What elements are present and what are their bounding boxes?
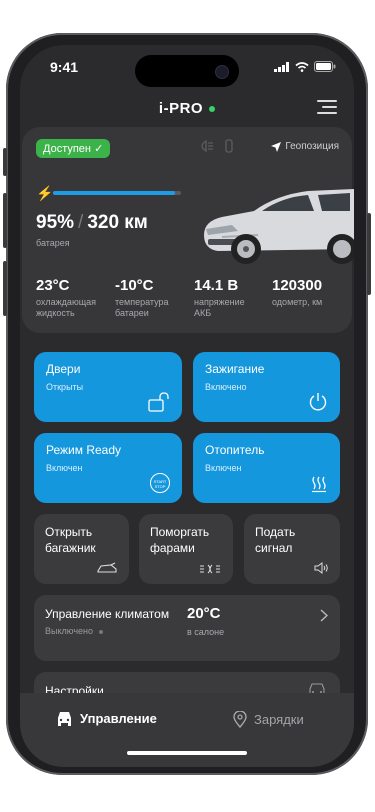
headlights-icon (200, 564, 220, 574)
speaker-icon (314, 562, 328, 574)
doors-title: Двери (46, 362, 81, 376)
unlock-icon (148, 392, 169, 412)
range-value: 320 км (87, 212, 148, 233)
wifi-icon (295, 61, 309, 72)
battery-percent: 95% (36, 212, 75, 233)
coolant-label: охлаждающая жидкость (36, 297, 96, 318)
state-dot-icon (98, 629, 103, 634)
geolocation-label: Геопозиция (285, 141, 339, 152)
status-time: 9:41 (50, 59, 79, 75)
ready-mode-tile[interactable]: Режим Ready Включен START STOP (34, 433, 182, 503)
voltage-stat: 14.1 В напряжение АКБ (194, 277, 256, 319)
trunk-icon (97, 562, 117, 573)
climate-state: Выключено (45, 626, 103, 636)
battery-progress (53, 191, 181, 195)
battery-temp-value: -10°C (115, 277, 154, 294)
cabin-temp-caption: в салоне (187, 627, 225, 637)
odometer-stat: 120300 одометр, км (272, 277, 352, 308)
ignition-title: Зажигание (205, 362, 265, 376)
signal-icon (274, 61, 289, 72)
voltage-value: 14.1 В (194, 277, 239, 294)
availability-badge: Доступен ✓ (36, 139, 111, 158)
doors-tile[interactable]: Двери Открыты (34, 352, 182, 422)
nav-charging-label: Зарядки (254, 712, 304, 727)
volume-down-button (3, 261, 7, 316)
battery-temp-label: температура батареи (115, 297, 169, 318)
power-button (367, 213, 371, 295)
cabin-temp-value: 20°C (187, 605, 221, 622)
battery-progress-fill (53, 191, 175, 195)
menu-line (322, 106, 337, 108)
power-icon (309, 393, 327, 411)
check-icon: ✓ (94, 143, 104, 155)
menu-line (317, 100, 337, 102)
availability-text: Доступен (43, 143, 92, 155)
battery-status-icon (314, 61, 336, 72)
online-dot (209, 106, 216, 113)
chevron-right-icon (320, 609, 328, 622)
status-icons (274, 61, 336, 72)
ignition-tile[interactable]: Зажигание Включено (193, 352, 340, 422)
mute-switch (3, 148, 7, 176)
logo-text: i-PRO (158, 100, 204, 117)
geolocation-button[interactable]: Геопозиция (271, 141, 339, 152)
divider-slash: / (78, 212, 84, 233)
camera-lens (215, 65, 229, 79)
doors-state: Открыты (46, 382, 84, 392)
volume-up-button (3, 193, 7, 248)
flash-lights-label: Поморгать фарами (150, 525, 210, 555)
location-arrow-icon (271, 141, 282, 152)
horn-label: Подать сигнал (255, 525, 296, 555)
open-trunk-label: Открыть багажник (45, 525, 96, 555)
open-trunk-tile[interactable]: Открыть багажник (34, 514, 129, 584)
start-stop-text: START STOP (153, 479, 167, 489)
odometer-value: 120300 (272, 277, 323, 294)
heater-title: Отопитель (205, 443, 265, 457)
location-pin-icon (233, 711, 247, 728)
horn-tile[interactable]: Подать сигнал (244, 514, 340, 584)
menu-button[interactable] (317, 100, 337, 114)
heater-tile[interactable]: Отопитель Включен (193, 433, 340, 503)
heater-state: Включен (205, 463, 242, 473)
ignition-state: Включено (205, 382, 247, 392)
car-image (204, 189, 354, 264)
nav-control-label: Управление (80, 711, 157, 726)
car-icon (58, 712, 71, 726)
coolant-stat: 23°C охлаждающая жидкость (36, 277, 108, 319)
battery-temp-stat: -10°C температура батареи (115, 277, 185, 319)
ready-mode-state: Включен (46, 463, 83, 473)
charge-bolt-icon: ⚡ (36, 185, 54, 201)
voltage-label: напряжение АКБ (194, 297, 245, 318)
battery-caption: батарея (36, 238, 70, 248)
nav-control-tab[interactable]: Управление (56, 711, 157, 726)
bottom-navigation (20, 693, 354, 767)
climate-control-tile[interactable]: Управление климатом Выключено 20°C в сал… (34, 595, 340, 661)
climate-state-text: Выключено (45, 626, 93, 636)
menu-line (317, 112, 337, 114)
heat-waves-icon (312, 476, 326, 493)
app-screen: 9:41 i-PRO Доступен ✓ Геопозиция ⚡ 95% /… (20, 45, 354, 767)
flash-lights-tile[interactable]: Поморгать фарами (139, 514, 233, 584)
odometer-label: одометр, км (272, 297, 323, 307)
nav-charging-tab[interactable]: Зарядки (233, 711, 304, 728)
battery-range: 95%/320 км (36, 212, 148, 234)
app-logo: i-PRO (20, 100, 354, 117)
start-stop-icon: START STOP (150, 473, 170, 493)
ready-mode-title: Режим Ready (46, 443, 122, 457)
headlight-indicator-icon (196, 139, 236, 156)
home-indicator (127, 751, 247, 755)
coolant-value: 23°C (36, 277, 70, 294)
climate-title: Управление климатом (45, 607, 170, 621)
